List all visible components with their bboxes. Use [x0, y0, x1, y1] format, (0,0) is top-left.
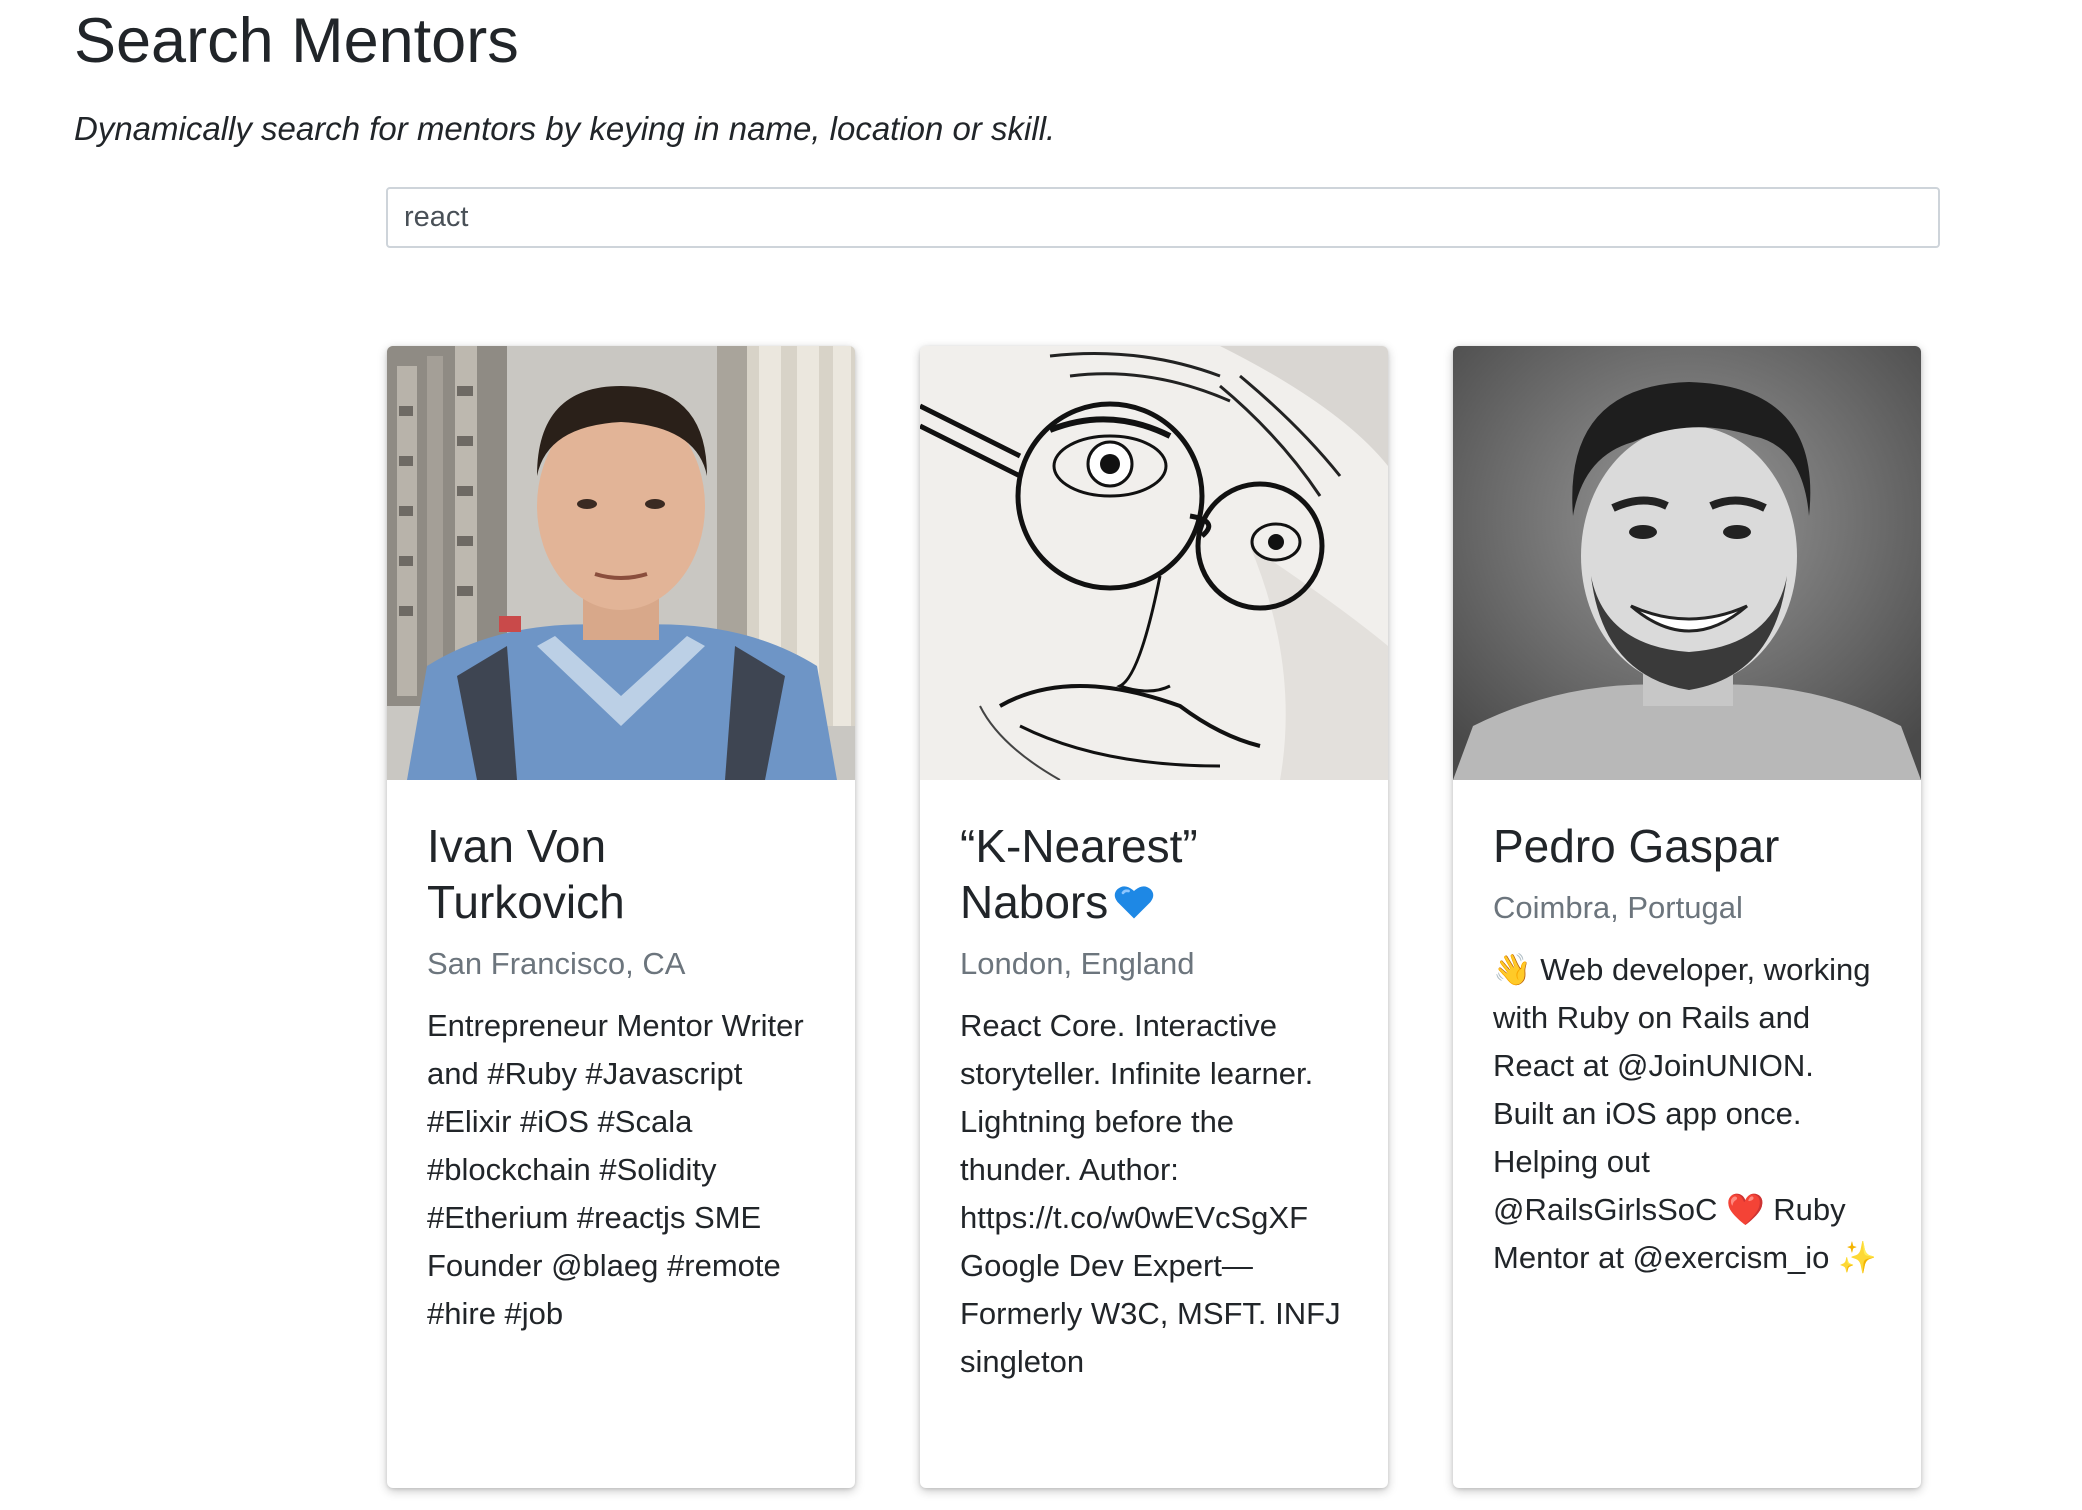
mentor-card[interactable]: Ivan Von Turkovich San Francisco, CA Ent… [387, 346, 855, 1488]
mentor-card[interactable]: Pedro Gaspar Coimbra, Portugal 👋 Web dev… [1453, 346, 1921, 1488]
red-heart-icon: ❤️ [1726, 1192, 1765, 1227]
wave-icon: 👋 [1493, 952, 1532, 987]
sparkles-icon: ✨ [1838, 1240, 1877, 1275]
mentor-location: San Francisco, CA [427, 946, 686, 981]
mentor-name: Ivan Von Turkovich [427, 820, 625, 928]
page-subtitle: Dynamically search for mentors by keying… [74, 110, 1056, 147]
mentor-name-text: “K-Nearest” Nabors [960, 820, 1198, 928]
mentor-bio-text: Web developer, working with Ruby on Rail… [1493, 952, 1871, 1227]
mentor-photo [387, 346, 855, 780]
blue-heart-icon [1115, 886, 1154, 919]
mentor-photo [920, 346, 1388, 780]
mentor-bio: 👋 Web developer, working with Ruby on Ra… [1493, 946, 1881, 1282]
mentor-location: Coimbra, Portugal [1493, 890, 1743, 925]
mentor-location: London, England [960, 946, 1195, 981]
mentor-bio: React Core. Interactive storyteller. Inf… [960, 1008, 1341, 1379]
mentor-card[interactable]: “K-Nearest” Nabors London, England React… [920, 346, 1388, 1488]
mentor-name: Pedro Gaspar [1493, 820, 1780, 872]
page-title: Search Mentors [74, 6, 519, 76]
mentor-name: “K-Nearest” Nabors [960, 818, 1348, 930]
search-input[interactable] [386, 187, 1940, 248]
mentor-bio: Entrepreneur Mentor Writer and #Ruby #Ja… [427, 1008, 804, 1331]
mentor-photo [1453, 346, 1921, 780]
mentor-card-list: Ivan Von Turkovich San Francisco, CA Ent… [387, 346, 1922, 1488]
